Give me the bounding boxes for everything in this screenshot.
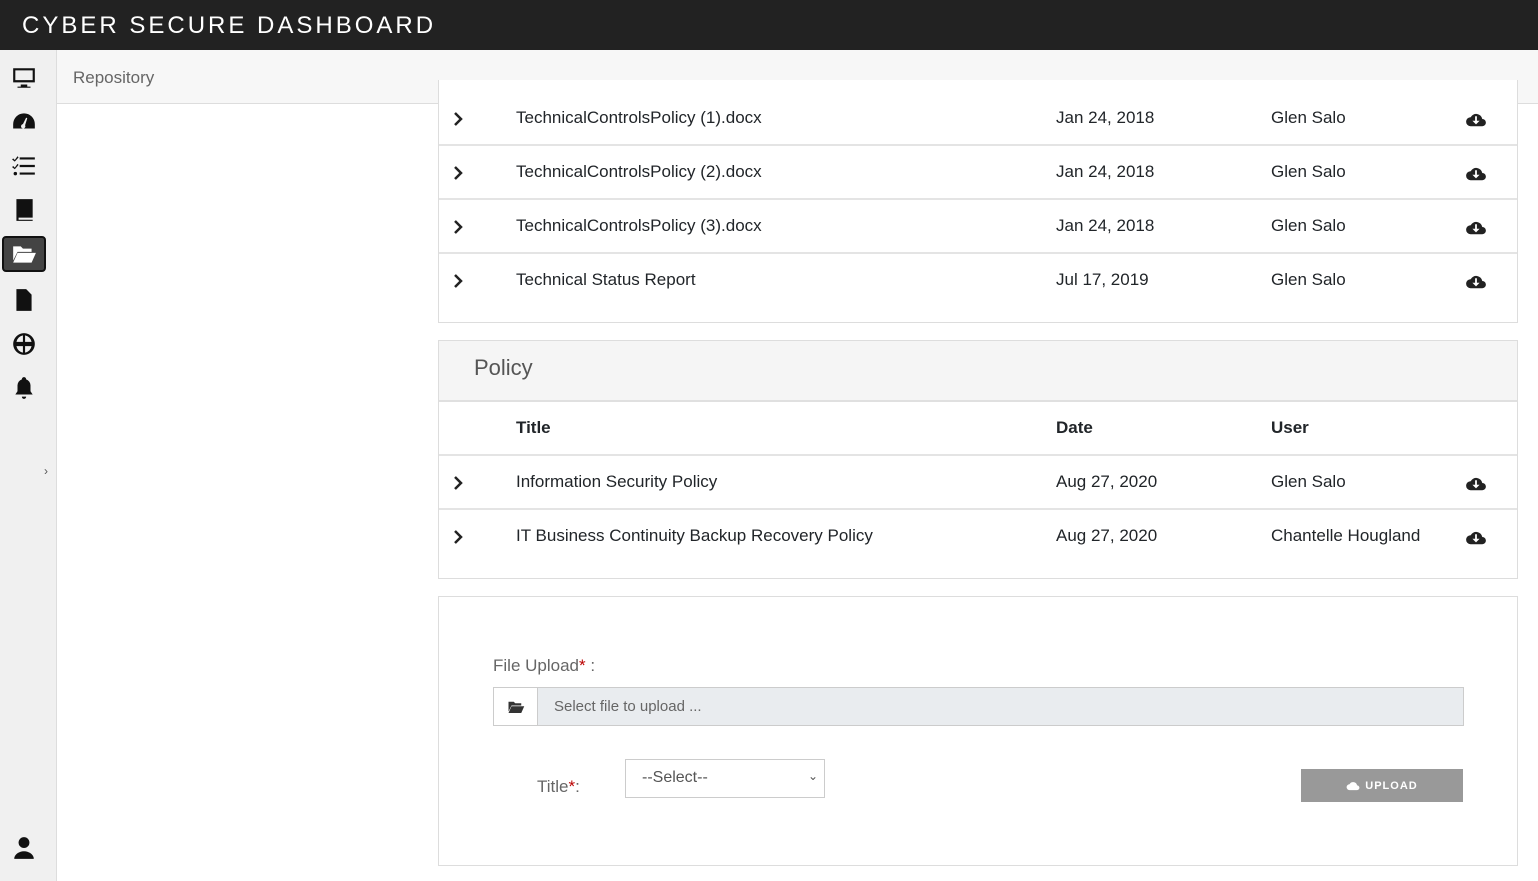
sidebar-item-repository[interactable] bbox=[2, 236, 46, 272]
file-user: Glen Salo bbox=[1271, 108, 1346, 127]
chevron-right-icon[interactable] bbox=[451, 529, 465, 544]
file-title[interactable]: Information Security Policy bbox=[516, 472, 717, 492]
sidebar-item-monitor[interactable] bbox=[2, 60, 46, 96]
file-title[interactable]: IT Business Continuity Backup Recovery P… bbox=[516, 526, 873, 546]
cloud-download-icon[interactable] bbox=[1465, 110, 1487, 128]
file-user: Glen Salo bbox=[1271, 270, 1346, 289]
column-user[interactable]: User bbox=[1271, 418, 1309, 438]
file-user: Glen Salo bbox=[1271, 162, 1346, 181]
file-user: Glen Salo bbox=[1271, 216, 1346, 235]
table-row: Technical Status Report Jul 17, 2019 Gle… bbox=[439, 254, 1517, 308]
select-value: --Select-- bbox=[642, 769, 708, 786]
cloud-download-icon[interactable] bbox=[1465, 164, 1487, 182]
chevron-down-icon: ⌄ bbox=[807, 769, 818, 783]
table-header: Title Date User bbox=[439, 402, 1517, 456]
table-row: TechnicalControlsPolicy (3).docx Jan 24,… bbox=[439, 200, 1517, 254]
sidebar-item-document[interactable] bbox=[2, 282, 46, 318]
sidebar-item-user[interactable] bbox=[2, 830, 46, 866]
file-title[interactable]: TechnicalControlsPolicy (3).docx bbox=[516, 216, 762, 236]
chevron-right-icon[interactable] bbox=[451, 273, 465, 288]
policy-card: Policy Title Date User Information Secur… bbox=[438, 340, 1518, 579]
chevron-right-icon[interactable] bbox=[451, 111, 465, 126]
column-title[interactable]: Title bbox=[516, 418, 551, 438]
sidebar-item-dashboard[interactable] bbox=[2, 104, 46, 140]
globe-icon bbox=[13, 333, 35, 355]
column-date[interactable]: Date bbox=[1056, 418, 1093, 438]
required-marker: * bbox=[579, 656, 586, 675]
upload-label: UPLOAD bbox=[1365, 779, 1418, 792]
browse-button[interactable] bbox=[494, 688, 538, 725]
app-title: CYBER SECURE DASHBOARD bbox=[0, 0, 1538, 50]
file-title[interactable]: Technical Status Report bbox=[516, 270, 696, 290]
file-date: Jan 24, 2018 bbox=[1056, 108, 1155, 127]
label-suffix: : bbox=[585, 656, 596, 675]
cloud-download-icon[interactable] bbox=[1465, 272, 1487, 290]
file-date: Jul 17, 2019 bbox=[1056, 270, 1149, 289]
table-row: TechnicalControlsPolicy (1).docx Jan 24,… bbox=[439, 92, 1517, 146]
table-row: TechnicalControlsPolicy (2).docx Jan 24,… bbox=[439, 146, 1517, 200]
file-text-icon bbox=[16, 289, 32, 311]
monitor-icon bbox=[13, 68, 35, 88]
table-row: Information Security Policy Aug 27, 2020… bbox=[439, 456, 1517, 510]
file-date: Aug 27, 2020 bbox=[1056, 472, 1158, 491]
file-upload-input[interactable]: Select file to upload ... bbox=[493, 687, 1464, 726]
cloud-download-icon[interactable] bbox=[1465, 218, 1487, 236]
cloud-upload-icon bbox=[1346, 781, 1360, 790]
chevron-right-icon[interactable] bbox=[451, 219, 465, 234]
title-label: Title*: bbox=[537, 777, 580, 797]
file-date: Jan 24, 2018 bbox=[1056, 162, 1155, 181]
sidebar-item-notifications[interactable] bbox=[2, 370, 46, 406]
user-icon bbox=[14, 837, 34, 859]
file-placeholder: Select file to upload ... bbox=[554, 698, 702, 715]
upload-button[interactable]: UPLOAD bbox=[1301, 769, 1463, 802]
folder-open-icon bbox=[508, 701, 524, 713]
file-title[interactable]: TechnicalControlsPolicy (1).docx bbox=[516, 108, 762, 128]
file-upload-label: File Upload* : bbox=[493, 656, 595, 676]
documents-card: TechnicalControlsPolicy (1).docx Jan 24,… bbox=[438, 80, 1518, 323]
book-icon bbox=[16, 199, 33, 221]
label-text: Title bbox=[537, 777, 569, 796]
checklist-icon bbox=[12, 156, 35, 176]
sidebar-item-globe[interactable] bbox=[2, 326, 46, 362]
file-date: Aug 27, 2020 bbox=[1056, 526, 1158, 545]
cloud-download-icon[interactable] bbox=[1465, 528, 1487, 546]
sidebar: › bbox=[0, 50, 57, 881]
section-heading: Policy bbox=[439, 341, 1517, 402]
file-date: Jan 24, 2018 bbox=[1056, 216, 1155, 235]
chevron-right-icon[interactable] bbox=[451, 165, 465, 180]
label-suffix: : bbox=[575, 777, 580, 796]
file-user: Glen Salo bbox=[1271, 472, 1346, 491]
folder-open-icon bbox=[13, 246, 36, 263]
file-user: Chantelle Hougland bbox=[1271, 526, 1421, 545]
title-select[interactable]: --Select-- ⌄ bbox=[625, 759, 825, 798]
file-title[interactable]: TechnicalControlsPolicy (2).docx bbox=[516, 162, 762, 182]
table-row: IT Business Continuity Backup Recovery P… bbox=[439, 510, 1517, 564]
speedometer-icon bbox=[13, 113, 35, 129]
bell-icon bbox=[15, 377, 33, 399]
cloud-download-icon[interactable] bbox=[1465, 474, 1487, 492]
chevron-right-icon[interactable] bbox=[451, 475, 465, 490]
upload-card: File Upload* : Select file to upload ...… bbox=[438, 596, 1518, 866]
sidebar-expand-chevron-icon[interactable]: › bbox=[44, 464, 48, 478]
sidebar-item-book[interactable] bbox=[2, 192, 46, 228]
label-text: File Upload bbox=[493, 656, 579, 675]
sidebar-item-checklist[interactable] bbox=[2, 148, 46, 184]
